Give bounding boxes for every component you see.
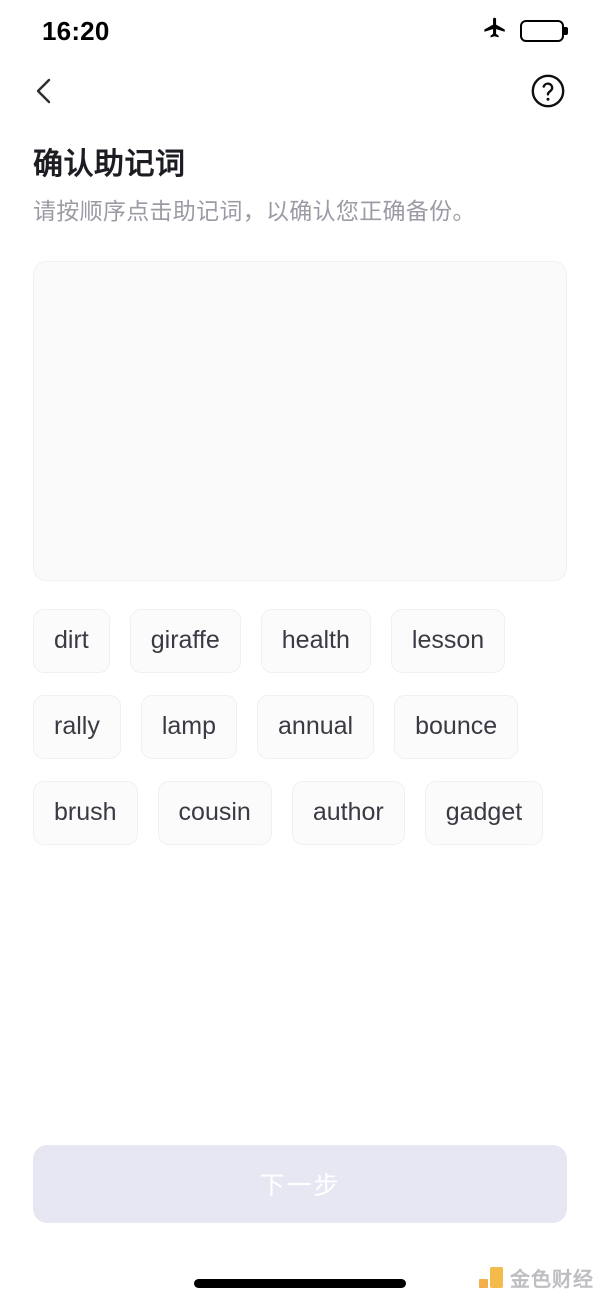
question-mark-circle-icon [529, 72, 567, 115]
page-subtitle: 请按顺序点击助记词，以确认您正确备份。 [33, 197, 476, 224]
watermark-text: 金色财经 [510, 1269, 594, 1291]
word-chip[interactable]: lamp [140, 694, 238, 759]
word-chip[interactable]: cousin [157, 780, 272, 845]
status-bar: 16:20 [0, 0, 600, 62]
home-indicator [194, 1279, 406, 1288]
page-title: 确认助记词 [33, 148, 186, 181]
word-pool: dirt giraffe health lesson rally lamp annual bo… [33, 608, 567, 845]
jinse-logo-icon [479, 1266, 503, 1289]
navigation-bar [0, 62, 600, 124]
word-chip[interactable]: author [291, 780, 405, 845]
word-chip[interactable]: lesson [390, 608, 506, 673]
word-chip[interactable]: brush [33, 780, 138, 845]
word-chip[interactable]: bounce [394, 694, 519, 759]
selected-words-dropzone[interactable] [33, 260, 567, 581]
word-chip[interactable]: gadget [424, 780, 544, 845]
help-button[interactable] [528, 73, 568, 113]
word-chip[interactable]: dirt [33, 608, 110, 673]
word-chip[interactable]: giraffe [129, 608, 241, 673]
airplane-mode-icon [482, 16, 508, 47]
status-bar-indicators [482, 16, 564, 47]
battery-icon [520, 20, 564, 42]
status-bar-time: 16:20 [42, 15, 110, 46]
chevron-left-icon [32, 76, 56, 111]
watermark: 金色财经 [479, 1263, 594, 1292]
header-block: 确认助记词 请按顺序点击助记词，以确认您正确备份。 [0, 124, 600, 227]
back-button[interactable] [22, 71, 66, 115]
footer-action-bar: 下一步 [33, 1145, 567, 1223]
word-chip[interactable]: rally [33, 694, 121, 759]
word-chip[interactable]: annual [257, 694, 375, 759]
next-button[interactable]: 下一步 [33, 1145, 567, 1223]
word-chip[interactable]: health [260, 608, 371, 673]
